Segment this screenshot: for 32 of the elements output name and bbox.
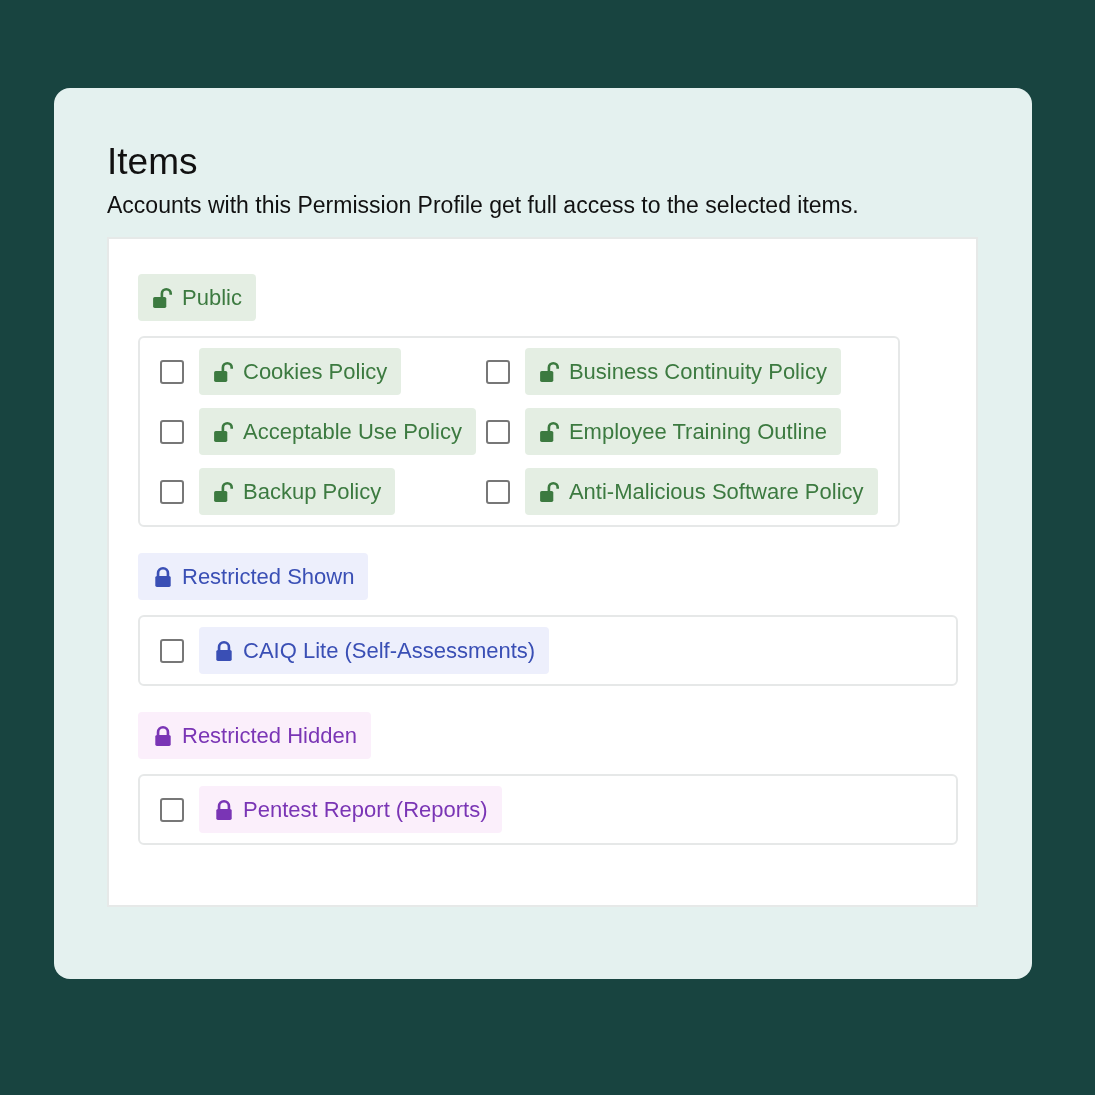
checkbox[interactable] [160, 638, 184, 663]
unlocked-icon [538, 480, 561, 503]
item-tag: Acceptable Use Policy [199, 408, 476, 455]
section-description: Accounts with this Permission Profile get full access to the selected items. [107, 192, 860, 219]
item-tag: Cookies Policy [199, 348, 402, 395]
checkbox[interactable] [485, 359, 510, 384]
unlocked-icon [538, 420, 561, 443]
checkbox[interactable] [160, 479, 184, 504]
access-level-tag: Public [138, 274, 256, 321]
unlocked-icon [213, 360, 235, 383]
item-tag: CAIQ Lite (Self-Assessments) [199, 627, 550, 674]
access-level-tag: Restricted Hidden [138, 712, 371, 759]
lock-icon [213, 639, 235, 662]
unlocked-icon [213, 420, 235, 443]
unlocked-icon [538, 360, 561, 383]
checkbox[interactable] [160, 797, 184, 822]
item-tag: Anti-Malicious Software Policy [524, 468, 878, 515]
item-tag: Backup Policy [199, 468, 396, 515]
checkbox[interactable] [160, 419, 184, 444]
unlocked-icon [213, 480, 235, 503]
unlocked-icon [152, 286, 174, 309]
lock-icon [152, 724, 174, 747]
checkbox[interactable] [485, 419, 510, 444]
checkbox[interactable] [485, 479, 510, 504]
lock-icon [152, 565, 174, 588]
access-level-tag: Restricted Shown [138, 553, 369, 600]
checkbox[interactable] [160, 359, 184, 384]
item-tag: Business Continuity Policy [524, 348, 841, 395]
item-tag: Pentest Report (Reports) [199, 786, 502, 833]
lock-icon [213, 798, 235, 821]
section-title: Items [107, 140, 199, 184]
item-tag: Employee Training Outline [524, 408, 841, 455]
